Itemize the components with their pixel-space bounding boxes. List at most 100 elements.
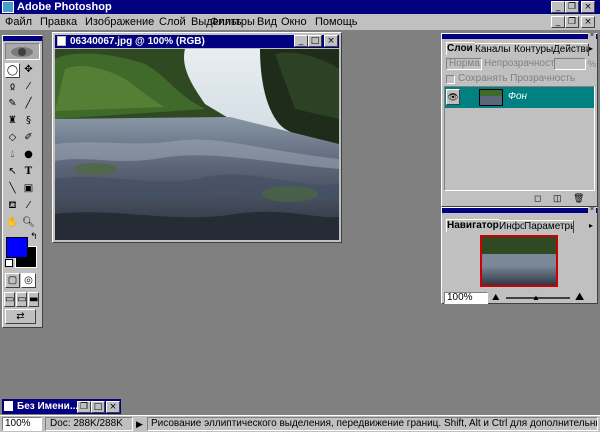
menu-layer[interactable]: Слой — [159, 15, 186, 29]
navigator-panel-titlebar[interactable] — [442, 208, 597, 213]
layers-footer: ◻ ◫ 🗑︎ — [444, 193, 595, 205]
minimized-window-title: Без Имени... — [17, 401, 79, 412]
layer-mask-icon[interactable]: ◻ — [534, 193, 541, 204]
zoom-slider-thumb[interactable]: ▲ — [532, 294, 540, 302]
tab-layers[interactable]: Слои — [446, 42, 476, 55]
eraser-tool-icon[interactable]: ◇ — [5, 131, 20, 146]
navigator-panel-close-icon[interactable]: × — [588, 206, 596, 213]
new-layer-icon[interactable]: ◫ — [553, 193, 562, 204]
pencil-tool-icon[interactable]: ✐ — [21, 131, 36, 146]
minimized-maximize-button[interactable]: □ — [91, 401, 105, 413]
standard-mode-icon[interactable]: ▢ — [5, 273, 20, 288]
document-titlebar[interactable]: 06340067.jpg @ 100% (RGB) _ □ × — [55, 35, 339, 48]
full-screen-icon[interactable]: ▬ — [28, 292, 39, 307]
minimized-window[interactable]: Без Имени... ❐ □ × — [2, 399, 121, 414]
menu-help[interactable]: Помощь — [315, 15, 358, 29]
zoom-tool-icon[interactable]: 🔍︎ — [21, 216, 36, 231]
zoom-in-icon[interactable]: ⛰ — [575, 291, 584, 303]
rubber-stamp-tool-icon[interactable]: ♜ — [5, 114, 20, 129]
status-message: Рисование эллиптического выделения, пере… — [147, 417, 598, 431]
quick-mask-mode-icon[interactable]: ◎ — [21, 273, 36, 288]
layers-panel: × Слои Каналы Контуры Действия ▸ Норма Н… — [441, 32, 598, 207]
toolbox-titlebar[interactable] — [3, 36, 42, 41]
airbrush-tool-icon[interactable]: ✎ — [5, 97, 20, 112]
smudge-tool-icon[interactable]: § — [21, 114, 36, 129]
photoshop-app-icon[interactable] — [2, 1, 14, 13]
status-zoom[interactable]: 100% — [2, 417, 42, 431]
document-close-button[interactable]: × — [324, 35, 338, 47]
document-window: 06340067.jpg @ 100% (RGB) _ □ × — [52, 32, 342, 243]
navigator-zoom-input[interactable]: 100% — [444, 292, 488, 304]
layer-row-background[interactable]: 👁︎ Фон — [445, 87, 594, 108]
trash-icon[interactable]: 🗑︎ — [573, 193, 584, 204]
document-icon — [57, 36, 66, 46]
zoom-out-icon[interactable]: ⛰ — [492, 291, 500, 303]
lasso-tool-icon[interactable]: ჲ — [5, 80, 20, 95]
minimize-button[interactable]: _ — [551, 1, 565, 13]
line-tool-icon[interactable]: ╲ — [5, 182, 20, 197]
minimized-restore-button[interactable]: ❐ — [77, 401, 91, 413]
eyedropper-tool-icon[interactable]: ⁄ — [21, 199, 36, 214]
tab-channels[interactable]: Каналы — [475, 43, 515, 56]
document-canvas[interactable] — [55, 49, 339, 240]
tab-actions[interactable]: Действия — [553, 43, 589, 56]
eye-logo-icon[interactable] — [5, 43, 40, 60]
menu-image[interactable]: Изображение — [85, 15, 154, 29]
menu-edit[interactable]: Правка — [40, 15, 77, 29]
dodge-tool-icon[interactable]: ● — [21, 148, 36, 163]
tab-paths[interactable]: Контуры — [514, 43, 554, 56]
river-photo — [55, 49, 339, 240]
marquee-ellipse-tool-icon[interactable]: ◯ — [5, 63, 20, 78]
tab-options[interactable]: Параметры — [524, 220, 574, 233]
layer-visibility-eye-icon[interactable]: 👁︎ — [446, 89, 460, 105]
hand-tool-icon[interactable]: ✋ — [5, 216, 20, 231]
blur-tool-icon[interactable]: 💧︎ — [5, 148, 20, 163]
app-title: Adobe Photoshop — [17, 1, 112, 13]
doc-restore-button[interactable]: ❐ — [565, 16, 579, 28]
doc-minimize-button[interactable]: _ — [551, 16, 565, 28]
tab-navigator[interactable]: Навигатор — [446, 219, 500, 232]
layers-menu-arrow-icon[interactable]: ▸ — [589, 43, 593, 55]
app-titlebar[interactable]: Adobe Photoshop _ ❐ × — [0, 0, 600, 14]
opacity-unit: % — [588, 59, 597, 69]
jump-to-app-icon[interactable]: ⇄ — [5, 309, 36, 324]
swap-colors-icon[interactable]: ↰ — [30, 233, 38, 242]
magic-wand-tool-icon[interactable]: ⁄ — [21, 80, 36, 95]
menu-filter-label[interactable]: Фильтры — [210, 15, 255, 29]
doc-close-button[interactable]: × — [581, 16, 595, 28]
layer-name: Фон — [508, 91, 528, 102]
full-screen-menu-icon[interactable]: ▭ — [16, 292, 27, 307]
pen-tool-icon[interactable]: ↖ — [5, 165, 20, 180]
standard-screen-icon[interactable]: ▭ — [4, 292, 15, 307]
paint-bucket-tool-icon[interactable]: ⛾ — [5, 199, 20, 214]
minimized-close-button[interactable]: × — [106, 401, 120, 413]
move-tool-icon[interactable]: ✥ — [21, 63, 36, 78]
navigator-panel: × Навигатор Инфо Параметры ▸ 100% ⛰ ▲ ⛰ — [441, 206, 598, 304]
opacity-input[interactable] — [554, 58, 586, 70]
document-minimize-button[interactable]: _ — [294, 35, 308, 47]
tab-info[interactable]: Инфо — [499, 220, 525, 233]
menu-file[interactable]: Файл — [5, 15, 32, 29]
preserve-transparency-checkbox[interactable] — [446, 75, 455, 84]
navigator-menu-arrow-icon[interactable]: ▸ — [589, 220, 593, 232]
status-menu-arrow-icon[interactable]: ▶ — [136, 417, 143, 431]
layer-thumbnail — [479, 89, 503, 106]
default-colors-icon[interactable] — [5, 259, 13, 267]
opacity-label: Непрозрачность: — [484, 58, 563, 69]
layers-panel-close-icon[interactable]: × — [588, 32, 596, 39]
restore-button[interactable]: ❐ — [565, 1, 579, 13]
layers-list: 👁︎ Фон — [444, 86, 595, 191]
layers-panel-titlebar[interactable] — [442, 34, 597, 39]
menu-view[interactable]: Вид — [257, 15, 277, 29]
menu-window[interactable]: Окно — [281, 15, 307, 29]
type-tool-icon[interactable]: T — [21, 165, 36, 180]
status-bar: 100% Doc: 288K/288K ▶ Рисование эллиптич… — [0, 415, 600, 432]
document-maximize-button[interactable]: □ — [308, 35, 322, 47]
close-button[interactable]: × — [581, 1, 595, 13]
preserve-transparency-label: Сохранять Прозрачность — [458, 73, 576, 84]
blend-mode-select[interactable]: Норма — [446, 58, 482, 70]
gradient-tool-icon[interactable]: ▣ — [21, 182, 36, 197]
paintbrush-tool-icon[interactable]: ╱ — [21, 97, 36, 112]
navigator-preview[interactable] — [480, 235, 558, 287]
foreground-color-swatch[interactable] — [6, 237, 28, 258]
